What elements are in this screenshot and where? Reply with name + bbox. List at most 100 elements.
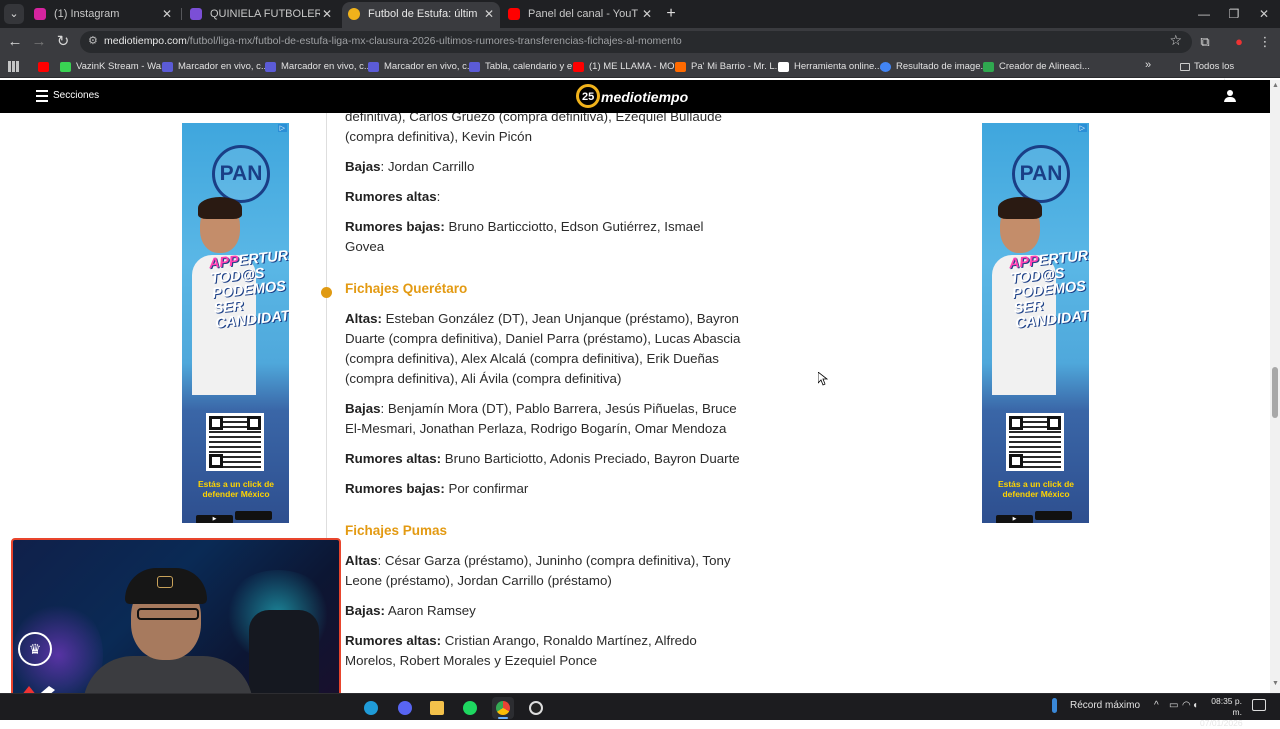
glasses (137, 608, 199, 620)
bookmark-youtube[interactable] (38, 59, 50, 75)
close-icon[interactable]: ✕ (322, 2, 332, 26)
pumas-altas: Altas: César Garza (préstamo), Juninho (… (345, 553, 731, 588)
tabla-icon (469, 62, 480, 72)
taskbar-obs[interactable] (525, 697, 547, 719)
url-path: /futbol/liga-mx/futbol-de-estufa-liga-mx… (186, 35, 682, 47)
ad-tagline: Estás a un click de defender México (997, 479, 1075, 499)
close-icon[interactable]: ✕ (484, 2, 494, 26)
app-store-badges: ▶ (996, 507, 1076, 523)
back-icon[interactable]: ← (4, 31, 26, 53)
prev-rumores-altas: Rumores altas: (345, 189, 441, 204)
bookmark-star-icon[interactable]: ☆ (1169, 32, 1182, 49)
menu-icon[interactable] (36, 90, 48, 102)
logo-text: mediotiempo (601, 89, 689, 105)
prev-rumores-bajas: Rumores bajas: Bruno Barticciotto, Edson… (345, 219, 704, 254)
lineup-icon (983, 62, 994, 72)
taskbar-edge[interactable] (360, 697, 382, 719)
tray-chevron-icon[interactable]: ^ (1154, 700, 1159, 711)
ad-banner-left[interactable]: ▷ PAN APPERTURA TOD@S PODEMOS SER CANDIDAT@S… (182, 123, 289, 523)
weather-label: Récord máximo (1070, 700, 1141, 711)
tab-youtube-studio[interactable]: Panel del canal - YouTube Studio ✕ (502, 2, 658, 26)
page-icon (778, 62, 789, 72)
notifications-icon[interactable] (1252, 699, 1266, 711)
bookmark-item[interactable]: Creador de Alineaci... (983, 59, 1090, 75)
user-icon[interactable] (1224, 90, 1236, 102)
scroll-up-icon[interactable]: ▲ (1272, 82, 1279, 89)
bookmark-item[interactable]: Marcador en vivo, c... (162, 59, 269, 75)
apple-icon (235, 511, 272, 520)
tab-title: (1) Instagram (54, 8, 120, 20)
queretaro-altas: Altas: Esteban González (DT), Jean Unjan… (345, 311, 741, 386)
prev-bajas: Bajas: Jordan Carrillo (345, 159, 475, 174)
tab-search-button[interactable]: ⌄ (4, 4, 24, 24)
windows-taskbar: Récord máximo ^ ▭ ◠ ◖ 08:35 p. m. 07/01/… (0, 693, 1280, 728)
adchoices-icon[interactable]: ▷ (1077, 124, 1087, 132)
queretaro-bajas: Bajas: Benjamín Mora (DT), Pablo Barrera… (345, 401, 737, 436)
weather-widget[interactable]: Récord máximo (1052, 698, 1141, 713)
app-store-badges: ▶ (196, 507, 276, 523)
volume-icon[interactable]: ◖ (1192, 700, 1198, 711)
chrome-icon (496, 701, 510, 715)
youtube-icon (573, 62, 584, 72)
scrollbar-thumb[interactable] (1272, 367, 1278, 418)
close-icon[interactable]: ✕ (162, 2, 172, 26)
bookmark-item[interactable]: Tabla, calendario y e... (469, 59, 580, 75)
folder-icon (430, 701, 444, 715)
close-icon[interactable]: ✕ (642, 2, 652, 26)
scroll-down-icon[interactable]: ▼ (1272, 680, 1279, 687)
wifi-icon[interactable]: ◠ (1182, 700, 1191, 711)
apps-icon[interactable] (8, 61, 19, 72)
webcam-overlay: ♛ (11, 538, 341, 712)
bookmark-item[interactable]: VazinK Stream - Wa... (60, 59, 169, 75)
taskbar-chrome[interactable] (492, 697, 514, 719)
sections-button[interactable]: Secciones (53, 90, 99, 101)
bookmarks-bar: VazinK Stream - Wa... Marcador en vivo, … (0, 56, 1280, 88)
pumas-bajas: Bajas: Aaron Ramsey (345, 603, 476, 618)
taskbar-spotify[interactable] (459, 697, 481, 719)
minimize-button[interactable]: — (1188, 0, 1220, 28)
profile-icon[interactable]: ● (1228, 31, 1250, 53)
obs-icon (529, 701, 543, 715)
extensions-icon[interactable]: ⧉ (1194, 31, 1216, 53)
tab-quiniela[interactable]: QUINIELA FUTBOLERA JORNADA ✕ (184, 2, 338, 26)
site-info-icon[interactable]: ⚙ (88, 34, 98, 47)
address-bar[interactable]: ⚙ mediotiempo.com/futbol/liga-mx/futbol-… (80, 31, 1192, 53)
bookmark-item[interactable]: Pa' Mi Barrio - Mr. L... (675, 59, 783, 75)
ad-banner-right[interactable]: ▷ PAN APPERTURA TOD@S PODEMOS SER CANDIDAT@S… (982, 123, 1089, 523)
restore-button[interactable]: ❐ (1218, 0, 1250, 28)
article-body: definitiva), Carlos Gruezo (compra defin… (345, 113, 745, 681)
clock-time: 08:35 p. m. (1211, 696, 1242, 717)
system-clock[interactable]: 08:35 p. m. 07/01/2026 (1200, 696, 1243, 729)
tab-title: QUINIELA FUTBOLERA JORNADA (210, 8, 320, 20)
google-play-icon: ▶ (996, 515, 1033, 523)
more-bookmarks-icon[interactable]: » (1145, 59, 1151, 71)
bookmark-item[interactable]: Marcador en vivo, c... (368, 59, 475, 75)
taskbar-explorer[interactable] (426, 697, 448, 719)
adchoices-icon[interactable]: ▷ (277, 124, 287, 132)
close-window-button[interactable]: ✕ (1248, 0, 1280, 28)
marcador-icon (265, 62, 276, 72)
reload-icon[interactable]: ↻ (52, 31, 74, 53)
url-text: mediotiempo.com/futbol/liga-mx/futbol-de… (104, 35, 682, 47)
tab-strip: ⌄ (1) Instagram ✕ QUINIELA FUTBOLERA JOR… (0, 0, 1280, 28)
instagram-icon (34, 8, 46, 20)
bookmark-item[interactable]: Herramienta online... (778, 59, 882, 75)
bookmark-item[interactable]: Marcador en vivo, c... (265, 59, 372, 75)
qr-code (1006, 413, 1064, 471)
spotify-icon (463, 701, 477, 715)
bookmark-item[interactable]: (1) ME LLAMA - MO... (573, 59, 682, 75)
google-play-icon: ▶ (196, 515, 233, 523)
forward-icon[interactable]: → (28, 31, 50, 53)
more-menu-icon[interactable]: ⋮ (1254, 31, 1276, 53)
new-tab-button[interactable]: + (662, 3, 680, 25)
apple-icon (1035, 511, 1072, 520)
timeline-dot (321, 287, 332, 298)
page-scrollbar[interactable]: ▲ ▼ (1270, 80, 1280, 693)
ad-slogan: APPERTURA TOD@S PODEMOS SER CANDIDAT@S (1008, 246, 1089, 332)
network-icon[interactable]: ▭ (1169, 700, 1178, 711)
channel-badge-icon: ♛ (18, 632, 52, 666)
tab-instagram[interactable]: (1) Instagram ✕ (28, 2, 178, 26)
taskbar-discord[interactable] (394, 697, 416, 719)
tab-futbol-de-estufa[interactable]: Futbol de Estufa: últimos fichajes ✕ (342, 2, 500, 28)
bookmark-item[interactable]: Resultado de image... (880, 59, 988, 75)
